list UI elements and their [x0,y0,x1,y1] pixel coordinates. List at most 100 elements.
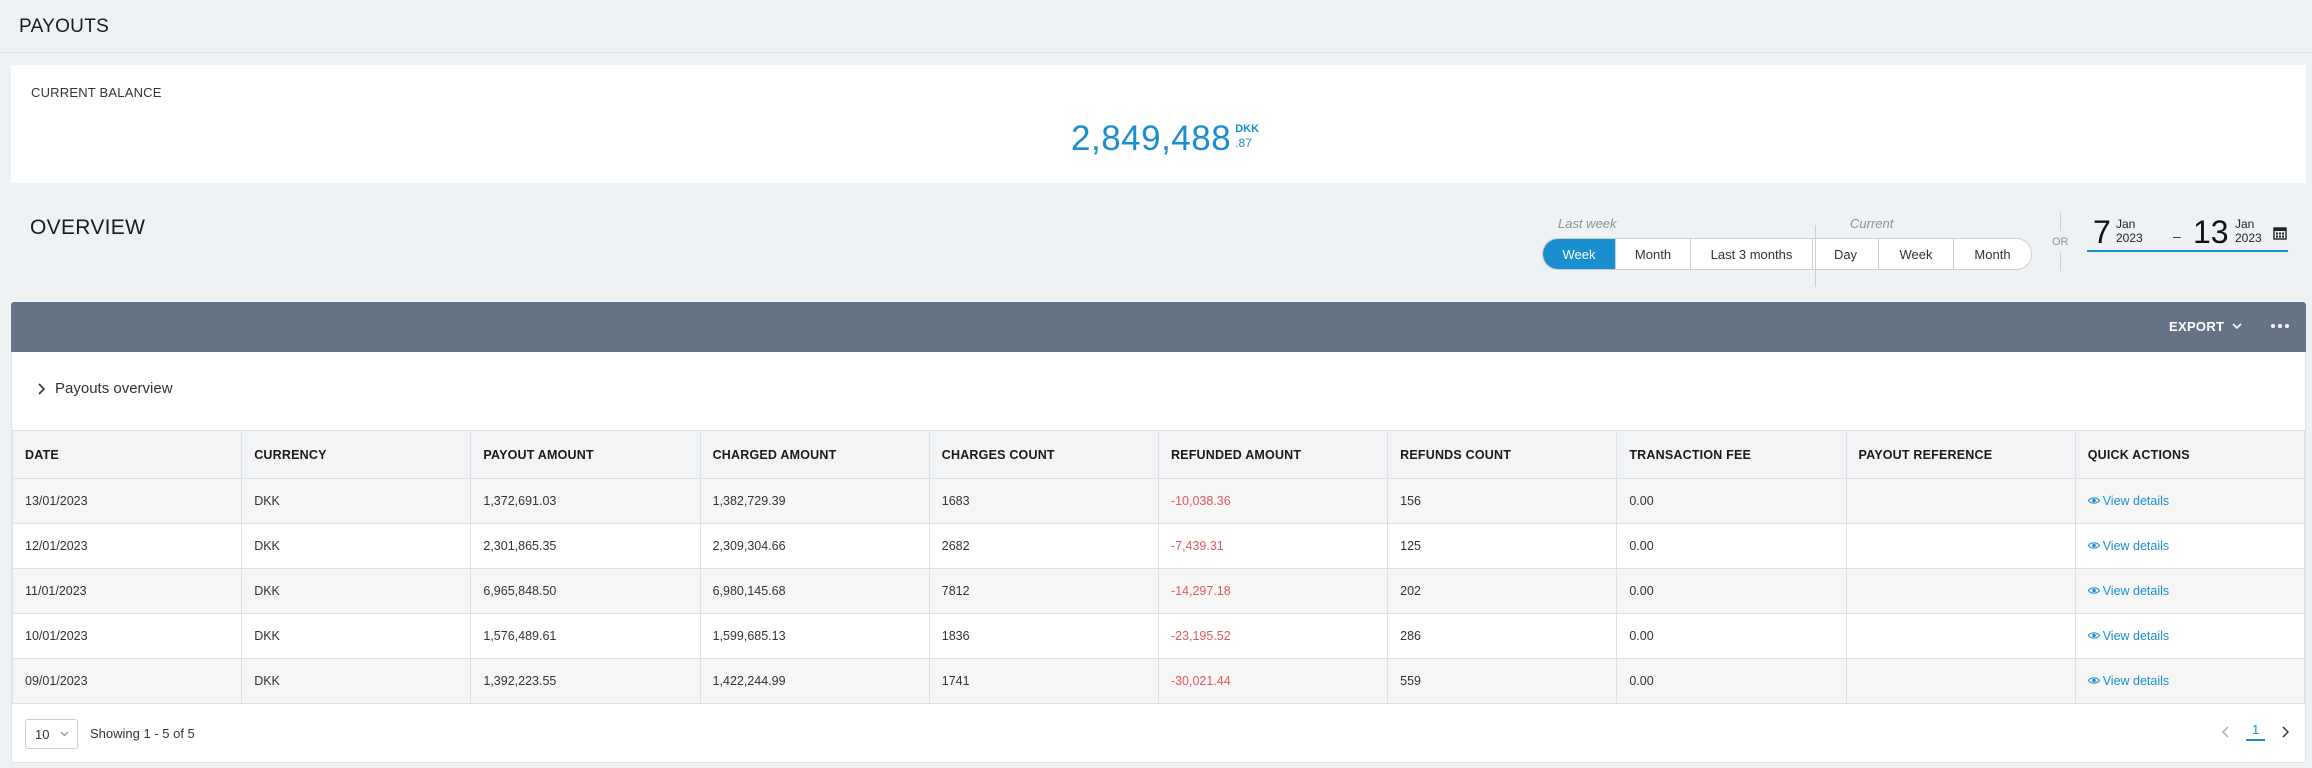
quick-actions-cell: View details [2074,613,2306,659]
current-month-button[interactable]: Month [1953,239,2031,269]
column-header-payout-amount[interactable]: PAYOUT AMOUNT [470,430,701,479]
transaction-fee-cell: 0.00 [1616,478,1847,524]
date-to-year: 2023 [2235,230,2262,245]
table-header-row: DATE CURRENCY PAYOUT AMOUNT CHARGED AMOU… [11,430,2306,479]
column-header-charged-amount[interactable]: CHARGED AMOUNT [699,430,930,479]
page-number[interactable]: 1 [2246,722,2266,741]
quick-actions-cell: View details [2074,568,2306,614]
payout-amount-cell: 1,372,691.03 [470,478,701,524]
date-separator: – [2173,228,2181,244]
view-details-link[interactable]: View details [2087,538,2170,553]
quick-actions-cell: View details [2074,658,2306,704]
refunded-amount-cell: -7,439.31 [1157,523,1389,569]
chevron-down-icon [2232,323,2242,330]
table-row: 11/01/2023 DKK 6,965,848.50 6,980,145.68 781… [11,568,2306,614]
column-header-charges-count[interactable]: CHARGES COUNT [928,430,1159,479]
transaction-fee-cell: 0.00 [1616,523,1847,569]
column-header-currency[interactable]: CURRENCY [241,430,472,479]
export-button[interactable]: EXPORT [2169,319,2242,334]
view-details-label: View details [2102,583,2170,598]
transaction-fee-cell: 0.00 [1616,658,1847,704]
date-from-year: 2023 [2116,230,2143,245]
date-to-month: Jan [2235,217,2255,231]
balance-label: CURRENT BALANCE [31,85,162,100]
date-cell: 10/01/2023 [11,613,243,659]
table-footer: 10 Showing 1 - 5 of 5 1 [12,704,2305,762]
charges-count-cell: 1683 [928,478,1159,524]
payout-amount-cell: 2,301,865.35 [470,523,701,569]
or-divider-top [2060,213,2061,231]
group-divider [1815,225,1816,287]
current-day-button[interactable]: Day [1812,239,1878,269]
currency-cell: DKK [241,613,472,659]
balance-currency: DKK [1235,123,1260,135]
date-to-day: 13 [2193,214,2229,250]
quick-actions-cell: View details [2074,478,2306,524]
chevron-right-icon[interactable] [2281,725,2290,738]
eye-icon [2087,542,2100,549]
view-details-label: View details [2102,493,2170,508]
refunded-amount-cell: -23,195.52 [1157,613,1389,659]
last-week-label: Last week [1558,216,1617,231]
date-from-month: Jan [2116,217,2136,231]
chevron-left-icon[interactable] [2222,725,2230,738]
refunds-count-cell: 202 [1387,568,1618,614]
balance-suffix: DKK .87 [1235,123,1260,150]
view-details-link[interactable]: View details [2087,673,2170,688]
payouts-overview-toggle[interactable]: Payouts overview [37,380,173,397]
current-label: Current [1850,216,1894,231]
column-header-payout-reference[interactable]: PAYOUT REFERENCE [1845,430,2076,479]
current-week-button[interactable]: Week [1878,239,1953,269]
chevron-right-icon [38,382,45,395]
column-header-refunds-count[interactable]: REFUNDS COUNT [1387,430,1618,479]
currency-cell: DKK [241,523,472,569]
date-cell: 11/01/2023 [11,568,243,614]
column-header-date[interactable]: DATE [11,430,243,479]
view-details-link[interactable]: View details [2087,629,2169,643]
charges-count-cell: 2682 [928,523,1159,569]
last-week-week-button[interactable]: Week [1543,239,1615,269]
payout-reference-cell [1845,523,2076,569]
period-selector: Week Month Last 3 months Day Week Month [1542,238,2032,270]
last-3-months-button[interactable]: Last 3 months [1690,239,1812,269]
refunds-count-cell: 286 [1387,613,1618,659]
view-details-label: View details [2102,673,2170,688]
view-details-label: View details [2102,538,2170,553]
top-bar: PAYOUTS [0,0,2312,53]
pagination: 1 [2222,722,2290,741]
view-details-link[interactable]: View details [2087,583,2170,598]
date-cell: 09/01/2023 [11,658,243,704]
currency-cell: DKK [241,658,472,704]
charges-count-cell: 1836 [928,613,1159,659]
table-toolbar: EXPORT [11,302,2306,352]
page-size-select[interactable]: 10 [25,719,78,749]
date-to-meta: Jan 2023 [2235,217,2262,246]
charged-amount-cell: 1,599,685.13 [699,613,930,659]
eye-icon [2087,677,2100,684]
eye-icon [2087,497,2100,504]
refunds-count-cell: 559 [1387,658,1618,704]
date-range-picker[interactable]: 7 Jan 2023 – 13 Jan 2023 [2087,216,2288,252]
refunds-count-cell: 125 [1387,523,1618,569]
charged-amount-cell: 2,309,304.66 [699,523,930,569]
table-row: 10/01/2023 DKK 1,576,489.61 1,599,685.13 183… [11,613,2306,659]
refunds-count-cell: 156 [1387,478,1618,524]
column-header-transaction-fee[interactable]: TRANSACTION FEE [1616,430,1847,479]
table-row: 12/01/2023 DKK 2,301,865.35 2,309,304.66 268… [11,523,2306,569]
date-from-day: 7 [2093,214,2111,250]
page-size-value: 10 [35,726,50,742]
last-week-month-button[interactable]: Month [1615,239,1690,269]
or-label: OR [2052,236,2069,248]
showing-count: Showing 1 - 5 of 5 [90,726,195,741]
table-row: 13/01/2023 DKK 1,372,691.03 1,382,729.39 168… [11,478,2306,524]
payout-reference-cell [1845,478,2076,524]
page-title: PAYOUTS [19,16,110,37]
payouts-overview-label: Payouts overview [55,380,173,397]
view-details-link[interactable]: View details [2087,493,2170,508]
more-options-icon[interactable] [2269,316,2291,336]
column-header-refunded-amount[interactable]: REFUNDED AMOUNT [1157,430,1389,479]
refunded-amount-cell: -10,038.36 [1157,478,1389,524]
transaction-fee-cell: 0.00 [1616,613,1847,659]
calendar-icon[interactable] [2273,226,2287,240]
payouts-panel: Payouts overview DATE CURRENCY PAYOUT AM… [11,352,2306,763]
